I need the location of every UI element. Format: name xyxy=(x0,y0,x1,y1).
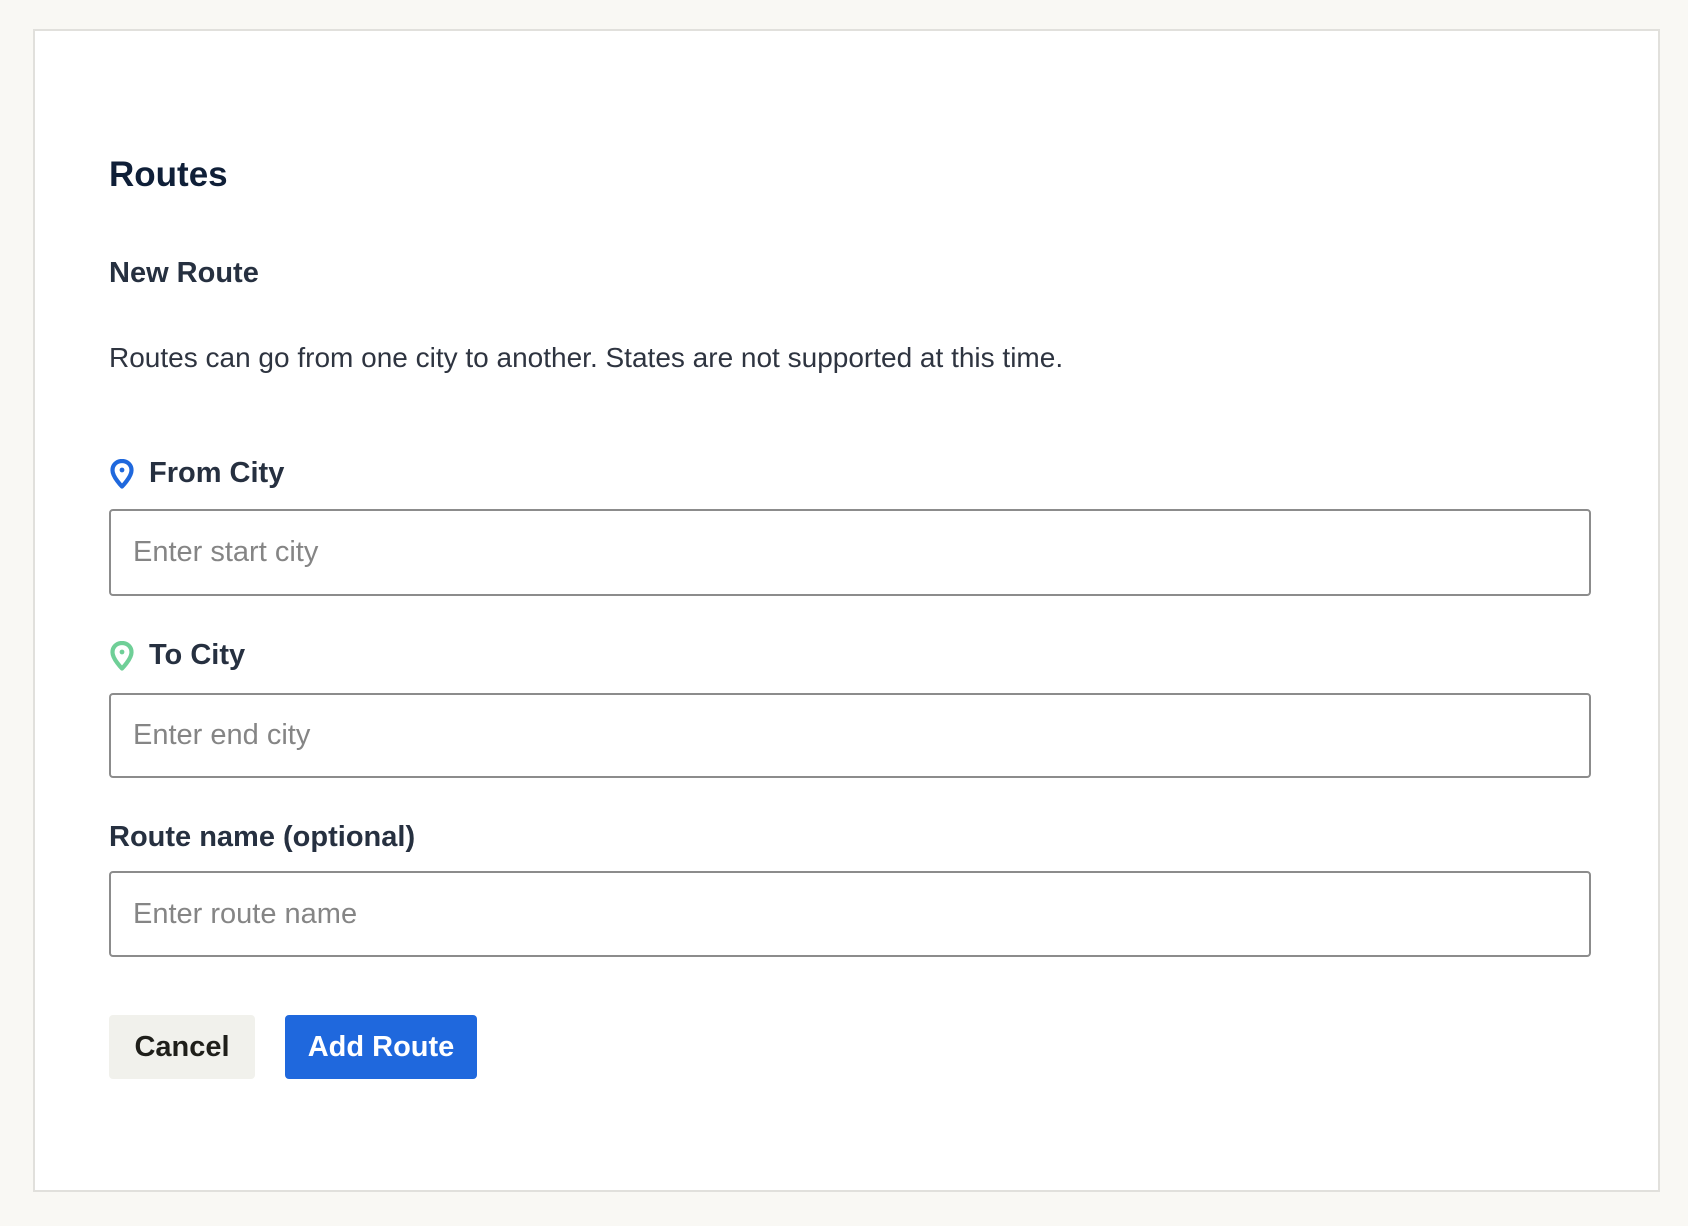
map-pin-icon xyxy=(109,458,135,489)
to-city-label-text: To City xyxy=(149,639,246,671)
route-name-label: Route name (optional) xyxy=(109,821,415,854)
to-city-input[interactable] xyxy=(109,693,1591,778)
map-pin-icon xyxy=(109,640,135,671)
to-city-label: To City xyxy=(109,639,245,672)
cancel-button[interactable]: Cancel xyxy=(109,1015,255,1079)
from-city-input[interactable] xyxy=(109,509,1591,596)
routes-card: Routes New Route Routes can go from one … xyxy=(33,29,1660,1192)
from-city-label-text: From City xyxy=(149,457,285,489)
from-city-label: From City xyxy=(109,457,284,490)
route-name-input[interactable] xyxy=(109,871,1591,957)
section-title: New Route xyxy=(109,257,259,289)
route-name-label-text: Route name (optional) xyxy=(109,821,416,853)
add-route-button[interactable]: Add Route xyxy=(285,1015,477,1079)
page-title: Routes xyxy=(109,155,228,194)
form-description: Routes can go from one city to another. … xyxy=(109,342,1064,373)
